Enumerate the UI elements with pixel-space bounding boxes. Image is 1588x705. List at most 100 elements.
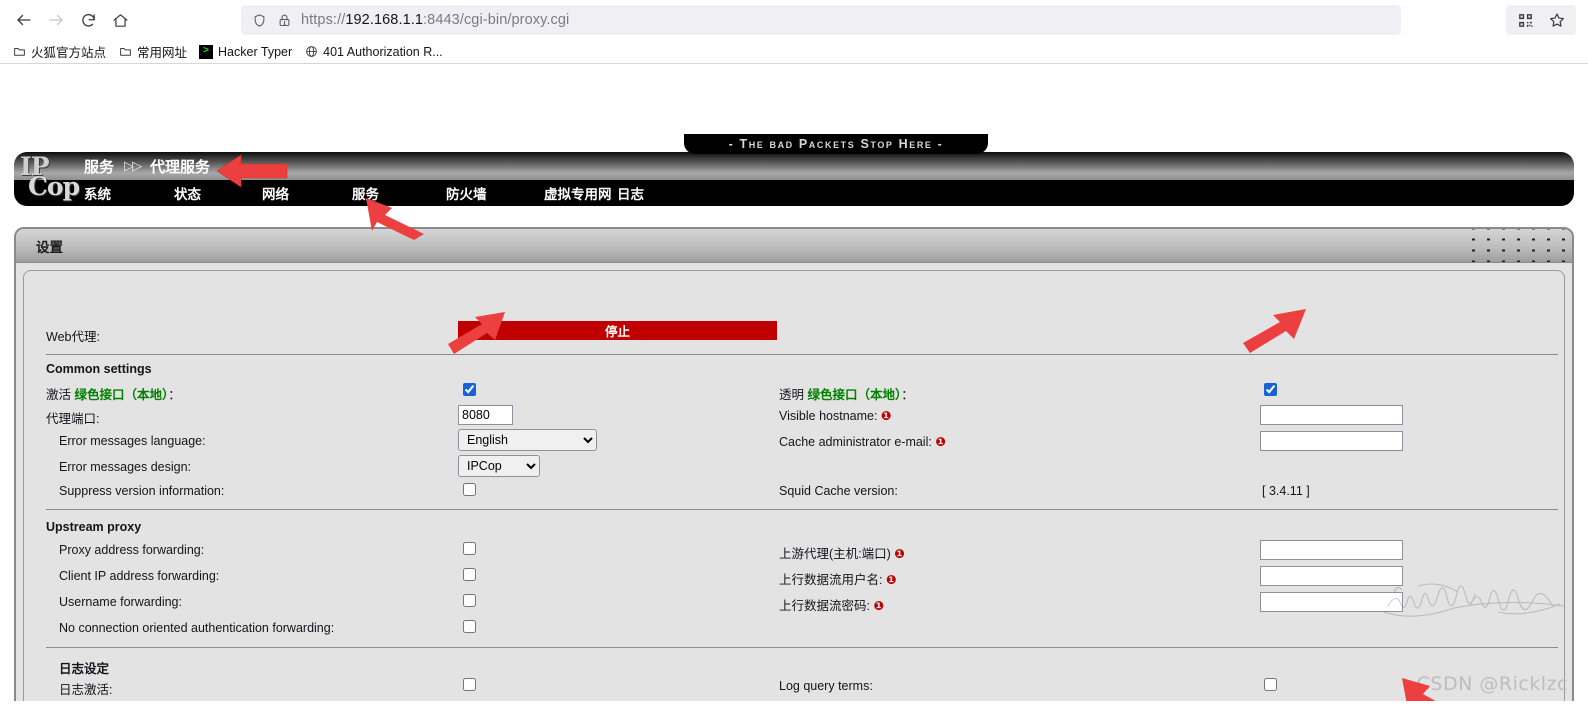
- panel-title-bar: 设置: [16, 229, 1572, 263]
- qr-code-icon[interactable]: [1510, 6, 1540, 34]
- visible-hostname-label: Visible hostname: ❶: [779, 408, 892, 423]
- log-enabled-label: 日志激活:: [59, 683, 113, 697]
- divider: [46, 509, 1558, 510]
- required-marker-icon: ❶: [880, 409, 892, 423]
- reload-button[interactable]: [72, 4, 104, 36]
- bookmark-item[interactable]: 火狐官方站点: [7, 40, 113, 63]
- nav-item-firewall[interactable]: 防火墙: [446, 183, 544, 203]
- url-port: :8443: [423, 12, 460, 28]
- required-marker-icon: ❶: [885, 573, 897, 587]
- nav-item-system[interactable]: 系统: [84, 183, 174, 203]
- transparent-green-interface-checkbox[interactable]: [1264, 383, 1277, 396]
- ipcop-logo: IP Cop: [18, 152, 80, 204]
- nav-item-network[interactable]: 网络: [262, 183, 352, 203]
- divider: [46, 647, 1558, 648]
- logo-line-2: Cop: [28, 172, 80, 201]
- squid-version-value: [ 3.4.11 ]: [1262, 484, 1310, 498]
- transparent-green-interface-label: 透明 绿色接口（本地）：: [779, 384, 914, 403]
- cache-admin-email-input[interactable]: [1260, 431, 1403, 451]
- forward-button[interactable]: [40, 4, 72, 36]
- home-button[interactable]: [104, 4, 136, 36]
- site-banner: - The bad Packets Stop Here -: [684, 134, 988, 154]
- settings-panel: 设置 Web代理: 停止 Common settings 激活 绿色接口（本地）…: [14, 227, 1574, 701]
- breadcrumb: 服务 ▷▷ 代理服务: [84, 155, 210, 177]
- browser-chrome: https://192.168.1.1:8443/cgi-bin/proxy.c…: [0, 0, 1588, 64]
- cache-admin-email-text: Cache administrator e-mail:: [779, 435, 932, 449]
- nav-item-services[interactable]: 服务: [352, 183, 446, 203]
- folder-icon: [118, 45, 132, 59]
- upstream-username-input[interactable]: [1260, 566, 1403, 586]
- suppress-version-label: Suppress version information:: [59, 484, 225, 498]
- toolbar-right-actions: [1506, 5, 1576, 35]
- suppress-version-checkbox[interactable]: [463, 483, 476, 496]
- username-forwarding-label: Username forwarding:: [59, 595, 182, 609]
- log-query-terms-checkbox[interactable]: [1264, 678, 1277, 691]
- enable-green-interface-label: 激活 绿色接口（本地）：: [46, 384, 181, 403]
- no-conn-auth-forwarding-checkbox[interactable]: [463, 620, 476, 633]
- enable-suffix: ：: [168, 388, 181, 402]
- transparent-suffix: ：: [901, 388, 914, 402]
- upstream-proxy-host-label: 上游代理(主机:端口) ❶: [779, 543, 905, 562]
- common-settings-heading: Common settings: [46, 362, 152, 376]
- error-messages-design-label: Error messages design:: [59, 460, 192, 474]
- lock-warning-icon: [276, 12, 293, 29]
- nav-item-vpn[interactable]: 虚拟专用网: [544, 183, 617, 203]
- bookmark-label: 401 Authorization R...: [323, 44, 443, 59]
- globe-icon: [304, 45, 318, 59]
- star-icon[interactable]: [1542, 6, 1572, 34]
- bookmark-item[interactable]: 401 Authorization R...: [299, 43, 450, 61]
- bookmarks-bar: 火狐官方站点 常用网址 > Hacker Typer 401 Authoriza…: [0, 40, 1588, 64]
- upstream-password-input[interactable]: [1260, 592, 1403, 612]
- required-marker-icon: ❶: [873, 599, 885, 613]
- bookmark-label: 火狐官方站点: [31, 46, 107, 60]
- upstream-proxy-heading: Upstream proxy: [46, 520, 142, 534]
- url-protocol: https://: [301, 12, 346, 28]
- nav-item-logs[interactable]: 日志: [617, 183, 644, 203]
- cache-admin-email-label: Cache administrator e-mail: ❶: [779, 434, 946, 449]
- upstream-username-label: 上行数据流用户名: ❶: [779, 569, 897, 588]
- dotted-decoration: [1462, 229, 1572, 262]
- upstream-password-label: 上行数据流密码: ❶: [779, 595, 884, 614]
- proxy-port-label: 代理端口:: [46, 412, 100, 426]
- upstream-username-text: 上行数据流用户名:: [779, 573, 883, 587]
- shield-icon: [251, 12, 268, 29]
- header-gradient-strip: [14, 152, 1574, 180]
- log-settings-heading: 日志设定: [59, 662, 110, 676]
- back-button[interactable]: [8, 4, 40, 36]
- browser-toolbar: https://192.168.1.1:8443/cgi-bin/proxy.c…: [0, 0, 1588, 40]
- client-ip-forwarding-checkbox[interactable]: [463, 568, 476, 581]
- required-marker-icon: ❶: [894, 547, 905, 561]
- green-interface-text: 绿色接口（本地）: [807, 388, 902, 402]
- error-messages-language-select[interactable]: English: [458, 429, 597, 451]
- green-interface-text: 绿色接口（本地）: [74, 388, 169, 402]
- bookmark-item[interactable]: 常用网址: [113, 40, 194, 63]
- url-path: /cgi-bin/proxy.cgi: [459, 12, 570, 28]
- url-host: 192.168.1.1: [345, 12, 424, 28]
- proxy-port-input[interactable]: [458, 405, 513, 425]
- upstream-proxy-host-text: 上游代理(主机:端口): [779, 547, 891, 561]
- enable-prefix: 激活: [46, 388, 72, 402]
- error-messages-design-select[interactable]: IPCop: [458, 455, 540, 477]
- page-content: - The bad Packets Stop Here - IP Cop 服务 …: [0, 64, 1588, 701]
- proxy-address-forwarding-label: Proxy address forwarding:: [59, 543, 205, 557]
- error-messages-language-label: Error messages language:: [59, 434, 206, 448]
- terminal-icon: >: [199, 44, 214, 59]
- log-enabled-checkbox[interactable]: [463, 678, 476, 691]
- folder-icon: [12, 45, 26, 59]
- main-navigation: 系统 状态 网络 服务 防火墙 虚拟专用网 日志: [84, 180, 644, 206]
- nav-item-status[interactable]: 状态: [174, 183, 262, 203]
- enable-green-interface-checkbox[interactable]: [463, 383, 476, 396]
- upstream-proxy-host-input[interactable]: [1260, 540, 1403, 560]
- transparent-prefix: 透明: [779, 388, 805, 402]
- proxy-address-forwarding-checkbox[interactable]: [463, 542, 476, 555]
- breadcrumb-section: 服务: [84, 158, 115, 176]
- settings-form-container: Web代理: 停止 Common settings 激活 绿色接口（本地）： 代…: [23, 270, 1565, 701]
- address-bar[interactable]: https://192.168.1.1:8443/cgi-bin/proxy.c…: [241, 5, 1401, 35]
- username-forwarding-checkbox[interactable]: [463, 594, 476, 607]
- visible-hostname-text: Visible hostname:: [779, 409, 878, 423]
- panel-title-text: 设置: [36, 239, 63, 255]
- log-query-terms-label: Log query terms:: [779, 679, 873, 693]
- squid-version-label: Squid Cache version:: [779, 484, 898, 498]
- visible-hostname-input[interactable]: [1260, 405, 1403, 425]
- bookmark-item[interactable]: > Hacker Typer: [194, 43, 299, 61]
